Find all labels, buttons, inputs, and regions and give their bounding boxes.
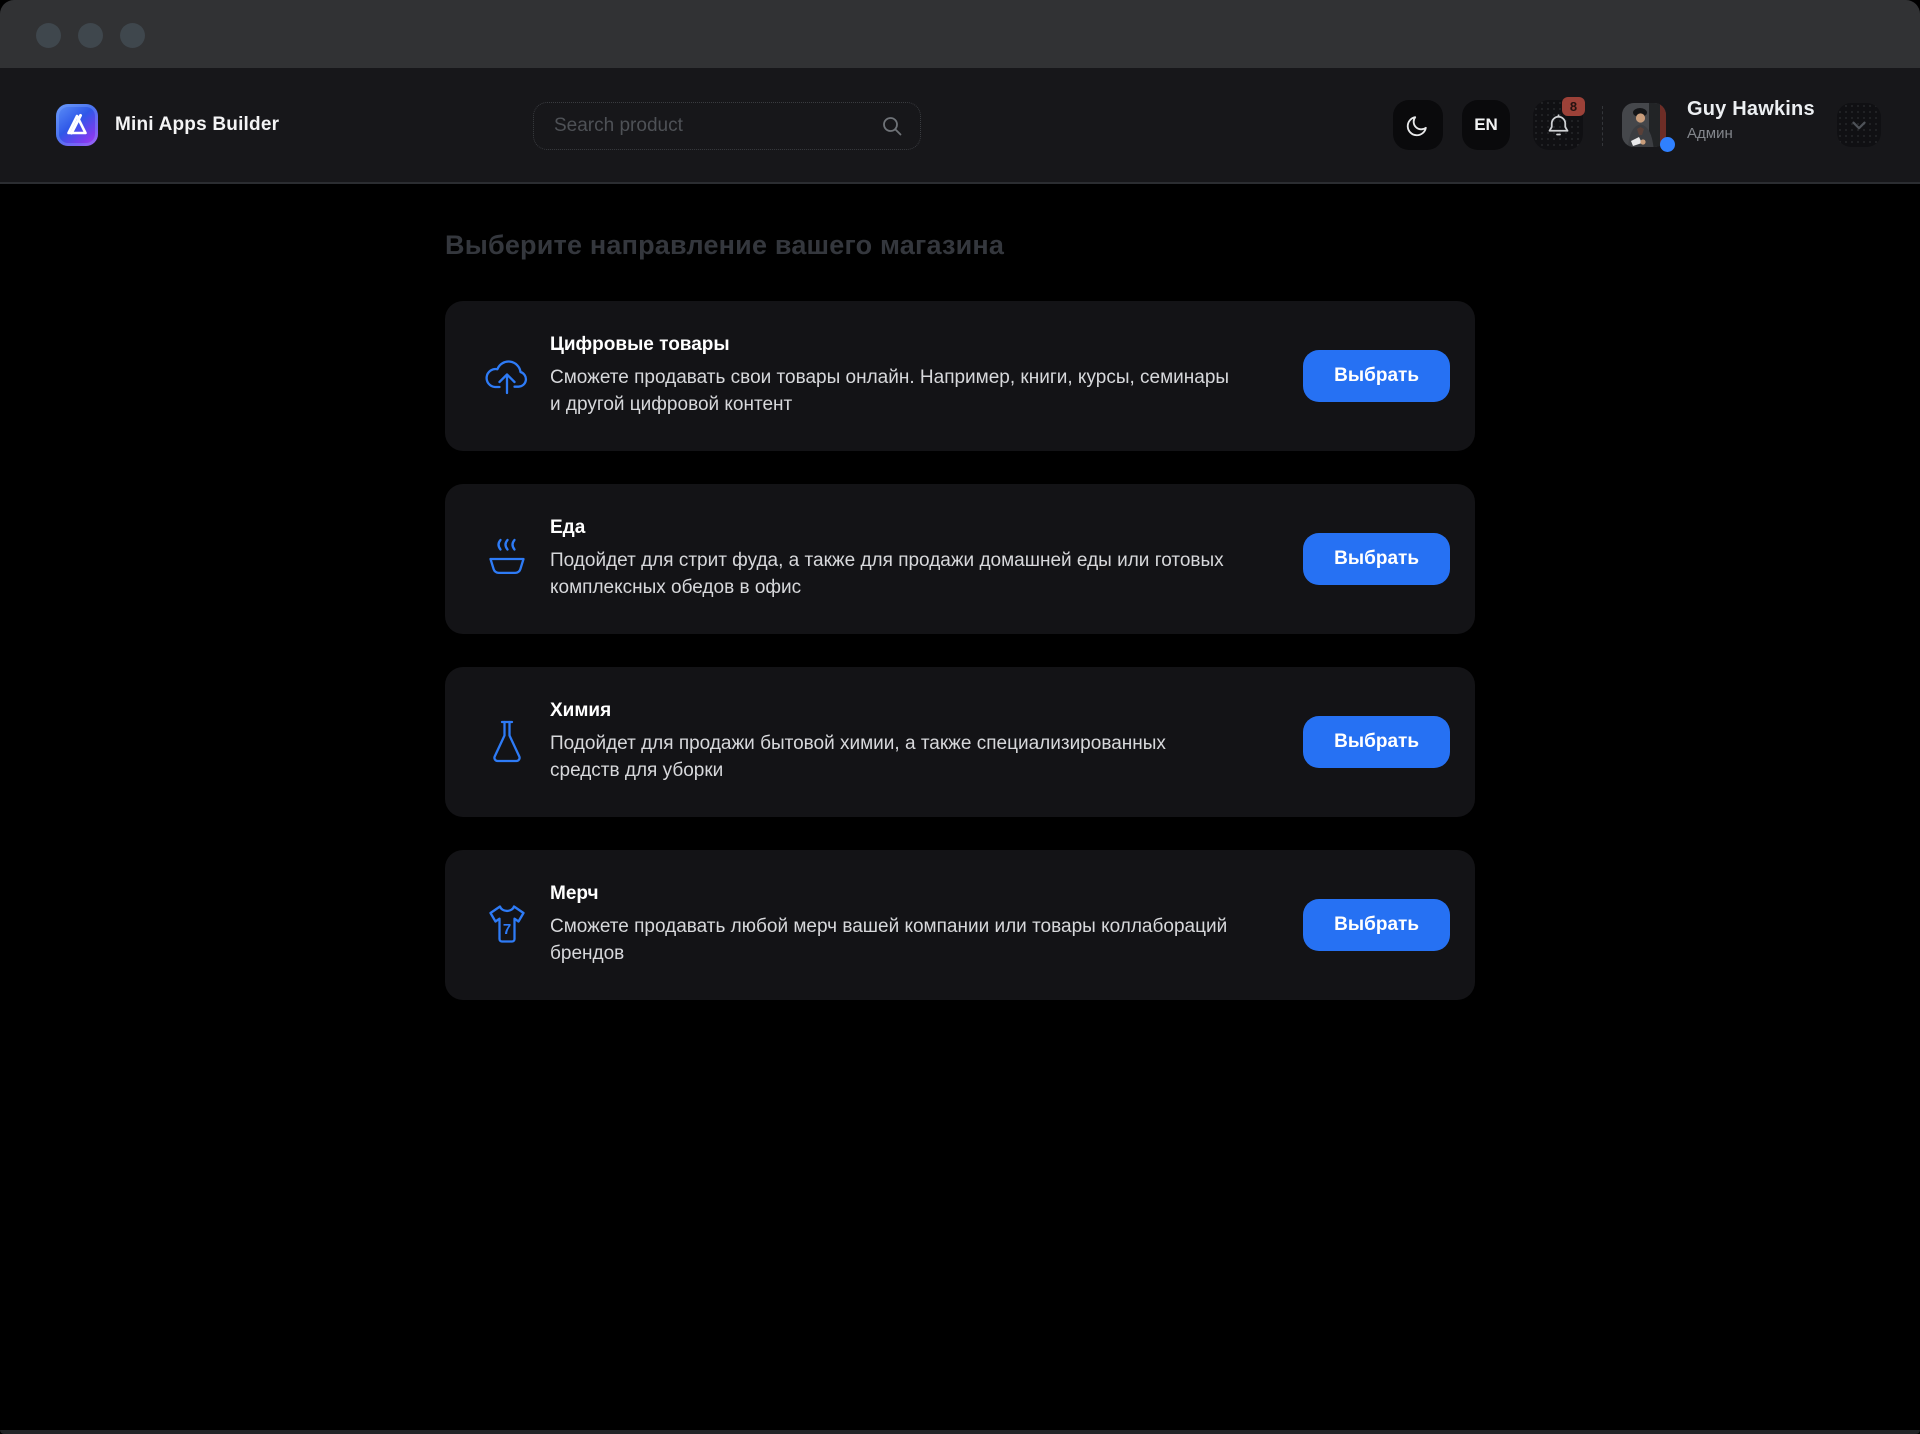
language-selector[interactable]: EN	[1462, 100, 1510, 150]
select-food-button[interactable]: Выбрать	[1303, 533, 1450, 585]
app-header: Mini Apps Builder EN 8	[0, 68, 1920, 184]
window-controls	[36, 23, 145, 48]
app-title: Mini Apps Builder	[115, 114, 279, 136]
user-name: Guy Hawkins	[1687, 98, 1815, 121]
user-role: Админ	[1687, 125, 1815, 142]
card-description: Сможете продавать любой мерч вашей компа…	[550, 913, 1230, 967]
flask-icon	[480, 715, 534, 769]
theme-toggle-button[interactable]	[1393, 100, 1443, 150]
card-text: Цифровые товары Сможете продавать свои т…	[550, 334, 1230, 418]
chevron-down-icon	[1848, 114, 1870, 136]
window-titlebar	[0, 0, 1920, 68]
user-avatar[interactable]	[1622, 103, 1666, 147]
select-merch-button[interactable]: Выбрать	[1303, 899, 1450, 951]
card-text: Еда Подойдет для стрит фуда, а также для…	[550, 517, 1230, 601]
search-box[interactable]	[533, 102, 921, 150]
tshirt-icon: 7	[480, 898, 534, 952]
main-content: Выберите направление вашего магазина Циф…	[0, 186, 1920, 1033]
window-minimize-button[interactable]	[78, 23, 103, 48]
card-title: Химия	[550, 700, 1230, 722]
card-description: Подойдет для продажи бытовой химии, а та…	[550, 730, 1230, 784]
search-input[interactable]	[554, 115, 880, 137]
card-title: Еда	[550, 517, 1230, 539]
moon-icon	[1405, 112, 1431, 138]
search-icon	[880, 114, 904, 138]
card-text: Химия Подойдет для продажи бытовой химии…	[550, 700, 1230, 784]
window-close-button[interactable]	[36, 23, 61, 48]
select-chemistry-button[interactable]: Выбрать	[1303, 716, 1450, 768]
app-logo-icon	[56, 104, 98, 146]
header-divider	[1602, 106, 1603, 146]
page-title: Выберите направление вашего магазина	[445, 230, 1475, 261]
store-type-card-food: Еда Подойдет для стрит фуда, а также для…	[445, 484, 1475, 634]
cloud-upload-icon	[480, 349, 534, 403]
card-title: Цифровые товары	[550, 334, 1230, 356]
card-text: Мерч Сможете продавать любой мерч вашей …	[550, 883, 1230, 967]
notifications-button[interactable]: 8	[1533, 100, 1583, 150]
card-title: Мерч	[550, 883, 1230, 905]
select-digital-button[interactable]: Выбрать	[1303, 350, 1450, 402]
user-menu-button[interactable]	[1837, 103, 1881, 147]
brand: Mini Apps Builder	[56, 104, 279, 146]
notification-badge: 8	[1562, 97, 1585, 116]
tshirt-number: 7	[503, 921, 511, 938]
store-type-list: Цифровые товары Сможете продавать свои т…	[445, 301, 1475, 1000]
status-dot	[1660, 137, 1675, 152]
card-description: Подойдет для стрит фуда, а также для про…	[550, 547, 1230, 601]
card-description: Сможете продавать свои товары онлайн. На…	[550, 364, 1230, 418]
store-type-card-merch: 7 Мерч Сможете продавать любой мерч ваше…	[445, 850, 1475, 1000]
store-type-card-chemistry: Химия Подойдет для продажи бытовой химии…	[445, 667, 1475, 817]
window-bottom-edge	[0, 1430, 1920, 1434]
user-info[interactable]: Guy Hawkins Админ	[1687, 98, 1815, 142]
food-bowl-icon	[480, 532, 534, 586]
language-label: EN	[1474, 115, 1498, 135]
window-zoom-button[interactable]	[120, 23, 145, 48]
store-type-card-digital: Цифровые товары Сможете продавать свои т…	[445, 301, 1475, 451]
